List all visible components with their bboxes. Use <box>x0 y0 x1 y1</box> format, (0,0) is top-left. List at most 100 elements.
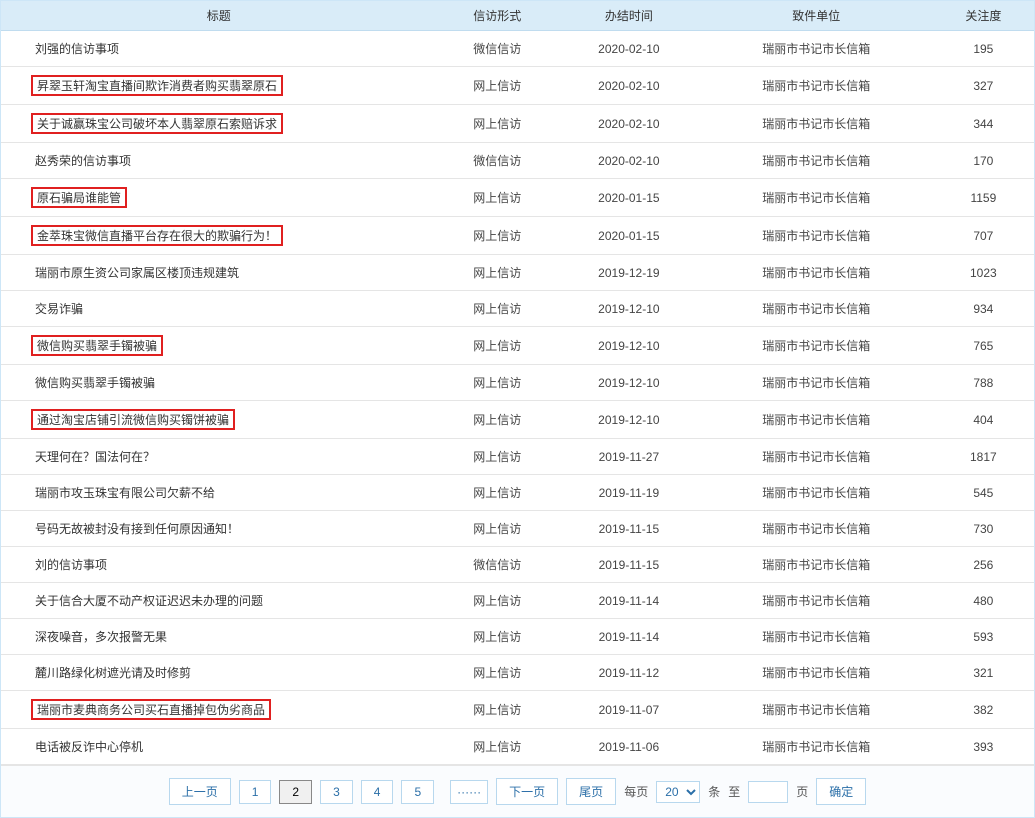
row-title-link[interactable]: 天理何在？国法何在？ <box>31 447 159 466</box>
row-method: 微信信访 <box>436 547 558 583</box>
row-title-link[interactable]: 号码无故被封没有接到任何原因通知！ <box>31 519 243 538</box>
row-method: 网上信访 <box>436 729 558 765</box>
row-date: 2019-12-19 <box>558 255 700 291</box>
row-views: 788 <box>933 365 1034 401</box>
row-method: 微信信访 <box>436 143 558 179</box>
header-views: 关注度 <box>933 1 1034 31</box>
row-title-link[interactable]: 刘强的信访事项 <box>31 39 123 58</box>
row-views: 765 <box>933 327 1034 365</box>
page-number-1[interactable]: 1 <box>239 780 272 804</box>
row-views: 730 <box>933 511 1034 547</box>
row-method: 网上信访 <box>436 327 558 365</box>
row-title-link[interactable]: 通过淘宝店铺引流微信购买镯饼被骗 <box>31 409 235 430</box>
table-row: 麓川路绿化树遮光请及时修剪网上信访2019-11-12瑞丽市书记市长信箱321 <box>1 655 1034 691</box>
row-title-link[interactable]: 瑞丽市攻玉珠宝有限公司欠薪不给 <box>31 483 219 502</box>
row-date: 2019-12-10 <box>558 327 700 365</box>
row-method: 网上信访 <box>436 401 558 439</box>
goto-confirm-button[interactable]: 确定 <box>816 778 866 805</box>
row-unit: 瑞丽市书记市长信箱 <box>700 67 933 105</box>
row-date: 2020-02-10 <box>558 105 700 143</box>
next-page-button[interactable]: 下一页 <box>496 778 558 805</box>
row-method: 网上信访 <box>436 511 558 547</box>
row-date: 2020-01-15 <box>558 179 700 217</box>
row-title-link[interactable]: 赵秀荣的信访事项 <box>31 151 135 170</box>
table-row: 原石骗局谁能管网上信访2020-01-15瑞丽市书记市长信箱1159 <box>1 179 1034 217</box>
page-number-4[interactable]: 4 <box>361 780 394 804</box>
row-title-link[interactable]: 关于诚赢珠宝公司破坏本人翡翠原石索赔诉求 <box>31 113 283 134</box>
goto-page-input[interactable] <box>748 781 788 803</box>
row-unit: 瑞丽市书记市长信箱 <box>700 31 933 67</box>
table-row: 关于信合大厦不动产权证迟迟未办理的问题网上信访2019-11-14瑞丽市书记市长… <box>1 583 1034 619</box>
row-date: 2019-11-07 <box>558 691 700 729</box>
row-unit: 瑞丽市书记市长信箱 <box>700 291 933 327</box>
table-row: 瑞丽市攻玉珠宝有限公司欠薪不给网上信访2019-11-19瑞丽市书记市长信箱54… <box>1 475 1034 511</box>
table-row: 昇翠玉轩淘宝直播间欺诈消费者购买翡翠原石网上信访2020-02-10瑞丽市书记市… <box>1 67 1034 105</box>
page-number-5[interactable]: 5 <box>401 780 434 804</box>
row-views: 321 <box>933 655 1034 691</box>
row-views: 1817 <box>933 439 1034 475</box>
row-date: 2019-11-27 <box>558 439 700 475</box>
row-title-link[interactable]: 金萃珠宝微信直播平台存在很大的欺骗行为！ <box>31 225 283 246</box>
row-date: 2019-11-19 <box>558 475 700 511</box>
row-unit: 瑞丽市书记市长信箱 <box>700 105 933 143</box>
per-page-label-post: 条 <box>708 783 720 800</box>
pagination-bar: 上一页 12345 ······ 下一页 尾页 每页 20 条 至 页 确定 <box>1 765 1034 817</box>
row-views: 545 <box>933 475 1034 511</box>
table-header-row: 标题 信访形式 办结时间 致件单位 关注度 <box>1 1 1034 31</box>
table-row: 通过淘宝店铺引流微信购买镯饼被骗 网上信访2019-12-10瑞丽市书记市长信箱4… <box>1 401 1034 439</box>
table-row: 号码无故被封没有接到任何原因通知！网上信访2019-11-15瑞丽市书记市长信箱… <box>1 511 1034 547</box>
table-row: 天理何在？国法何在？网上信访2019-11-27瑞丽市书记市长信箱1817 <box>1 439 1034 475</box>
row-views: 256 <box>933 547 1034 583</box>
row-title-link[interactable]: 刘的信访事项 <box>31 555 111 574</box>
row-method: 网上信访 <box>436 475 558 511</box>
per-page-label-pre: 每页 <box>624 783 648 800</box>
table-row: 瑞丽市原生资公司家属区楼顶违规建筑网上信访2019-12-19瑞丽市书记市长信箱… <box>1 255 1034 291</box>
page-number-3[interactable]: 3 <box>320 780 353 804</box>
row-title-link[interactable]: 微信购买翡翠手镯被骗 <box>31 373 159 392</box>
row-title-link[interactable]: 深夜噪音，多次报警无果 <box>31 627 171 646</box>
row-title-link[interactable]: 麓川路绿化树遮光请及时修剪 <box>31 663 195 682</box>
page-unit-label: 页 <box>796 783 808 800</box>
row-method: 网上信访 <box>436 619 558 655</box>
header-unit: 致件单位 <box>700 1 933 31</box>
row-views: 404 <box>933 401 1034 439</box>
row-unit: 瑞丽市书记市长信箱 <box>700 217 933 255</box>
table-row: 刘强的信访事项微信信访2020-02-10瑞丽市书记市长信箱195 <box>1 31 1034 67</box>
row-title-link[interactable]: 瑞丽市麦典商务公司买石直播掉包伪劣商品 <box>31 699 271 720</box>
row-views: 195 <box>933 31 1034 67</box>
row-unit: 瑞丽市书记市长信箱 <box>700 511 933 547</box>
row-title-link[interactable]: 微信购买翡翠手镯被骗 <box>31 335 163 356</box>
goto-label: 至 <box>728 783 740 800</box>
row-unit: 瑞丽市书记市长信箱 <box>700 401 933 439</box>
row-unit: 瑞丽市书记市长信箱 <box>700 327 933 365</box>
row-title-link[interactable]: 关于信合大厦不动产权证迟迟未办理的问题 <box>31 591 267 610</box>
row-method: 网上信访 <box>436 255 558 291</box>
row-method: 网上信访 <box>436 655 558 691</box>
table-row: 交易诈骗网上信访2019-12-10瑞丽市书记市长信箱934 <box>1 291 1034 327</box>
row-date: 2019-11-06 <box>558 729 700 765</box>
row-title-link[interactable]: 交易诈骗 <box>31 299 87 318</box>
row-date: 2019-12-10 <box>558 401 700 439</box>
row-views: 1159 <box>933 179 1034 217</box>
table-row: 电话被反诈中心停机网上信访2019-11-06瑞丽市书记市长信箱393 <box>1 729 1034 765</box>
row-title-link[interactable]: 瑞丽市原生资公司家属区楼顶违规建筑 <box>31 263 243 282</box>
per-page-select[interactable]: 20 <box>656 781 700 803</box>
row-date: 2020-02-10 <box>558 143 700 179</box>
row-views: 934 <box>933 291 1034 327</box>
row-date: 2020-01-15 <box>558 217 700 255</box>
table-row: 赵秀荣的信访事项微信信访2020-02-10瑞丽市书记市长信箱170 <box>1 143 1034 179</box>
row-title-link[interactable]: 电话被反诈中心停机 <box>31 737 147 756</box>
row-views: 382 <box>933 691 1034 729</box>
row-unit: 瑞丽市书记市长信箱 <box>700 439 933 475</box>
row-views: 393 <box>933 729 1034 765</box>
row-title-link[interactable]: 昇翠玉轩淘宝直播间欺诈消费者购买翡翠原石 <box>31 75 283 96</box>
row-views: 480 <box>933 583 1034 619</box>
row-title-link[interactable]: 原石骗局谁能管 <box>31 187 127 208</box>
row-views: 170 <box>933 143 1034 179</box>
page-number-2[interactable]: 2 <box>279 780 312 804</box>
row-method: 网上信访 <box>436 291 558 327</box>
prev-page-button[interactable]: 上一页 <box>169 778 231 805</box>
last-page-button[interactable]: 尾页 <box>566 778 616 805</box>
row-date: 2019-11-12 <box>558 655 700 691</box>
row-date: 2020-02-10 <box>558 67 700 105</box>
